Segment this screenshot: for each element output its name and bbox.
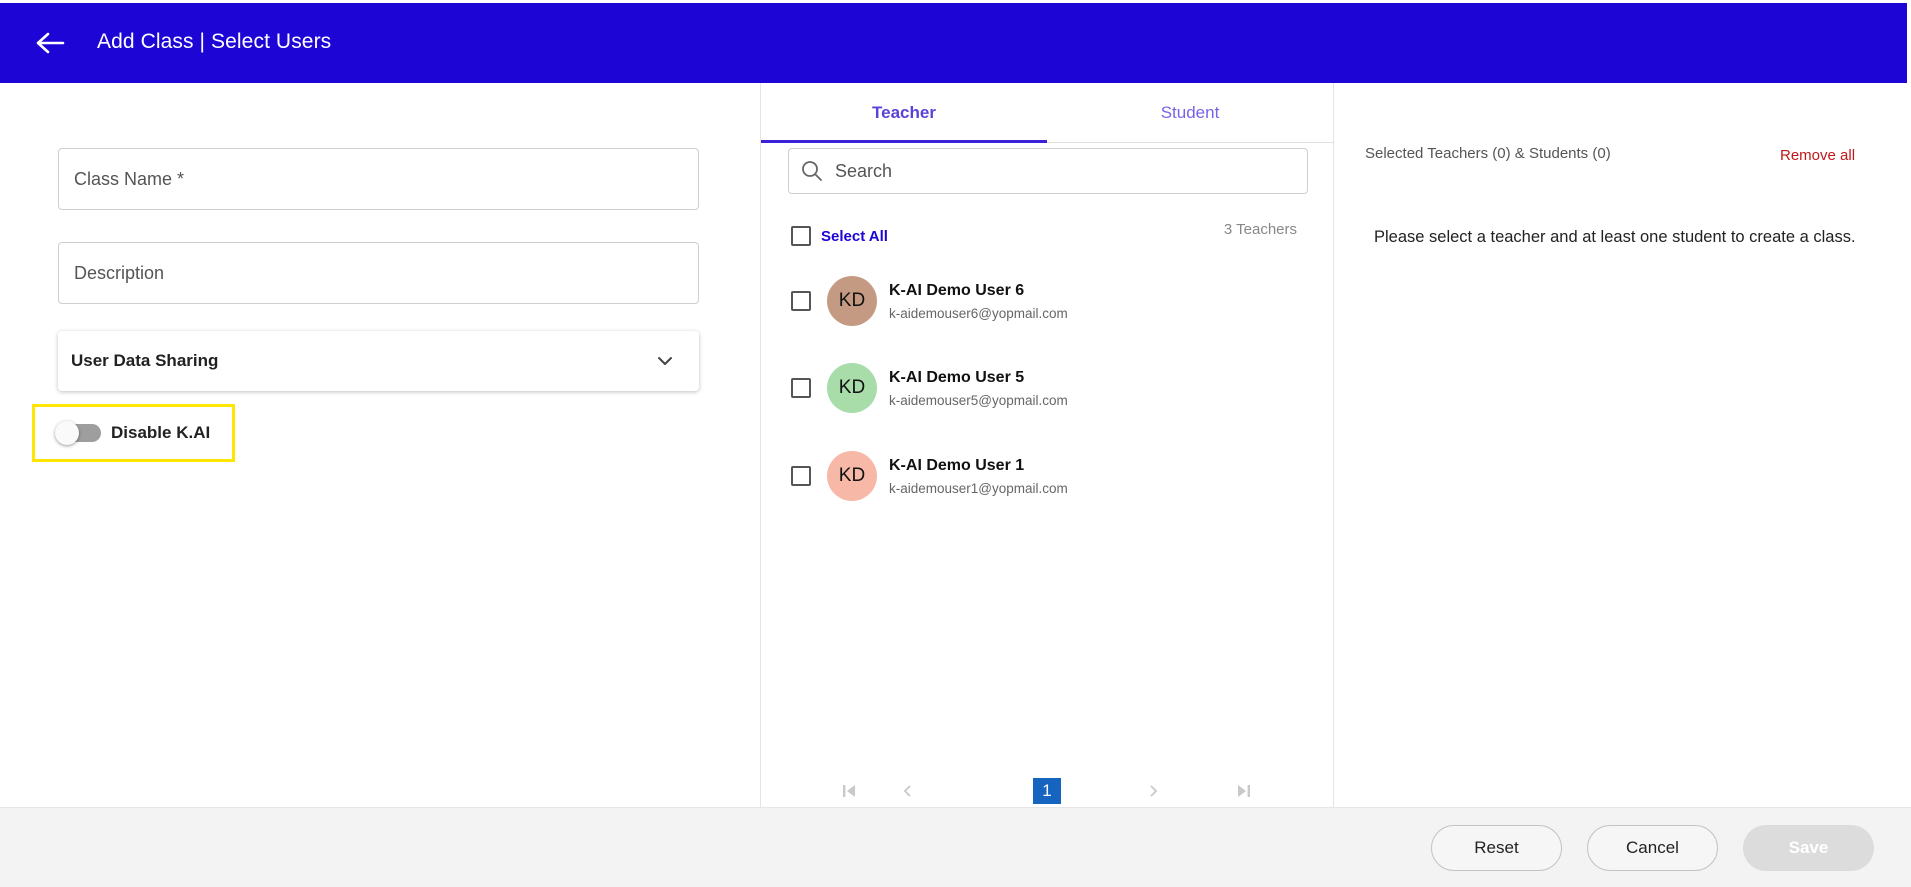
chevron-down-icon [658,357,672,365]
select-all-checkbox[interactable] [791,226,811,246]
first-page-button[interactable] [836,778,862,804]
search-icon [802,161,822,181]
class-name-input[interactable] [72,149,698,209]
pagination: 1 [761,776,1334,806]
toggle-knob [55,421,79,445]
user-info: K-AI Demo User 5 k-aidemouser5@yopmail.c… [889,369,1068,408]
remove-all-button[interactable]: Remove all [1780,147,1855,164]
chevron-left-icon [903,785,911,797]
class-name-field[interactable] [58,148,699,210]
user-info: K-AI Demo User 1 k-aidemouser1@yopmail.c… [889,457,1068,496]
description-field[interactable] [58,242,699,304]
user-type-tabs: Teacher Student [761,83,1334,143]
disable-kai-label: Disable K.AI [111,423,211,442]
user-checkbox[interactable] [791,291,811,311]
selected-users-panel: Selected Teachers (0) & Students (0) Rem… [1334,83,1907,807]
prev-page-button[interactable] [894,778,920,804]
teacher-count: 3 Teachers [1223,221,1297,238]
user-email: k-aidemouser5@yopmail.com [889,392,1068,408]
current-page[interactable]: 1 [1033,778,1061,804]
active-tab-indicator [761,140,1047,143]
search-field[interactable] [788,148,1308,194]
next-page-button[interactable] [1141,778,1167,804]
description-input[interactable] [72,243,698,303]
user-checkbox[interactable] [791,466,811,486]
back-button[interactable] [30,23,70,63]
selection-summary: Selected Teachers (0) & Students (0) [1365,145,1611,162]
user-email: k-aidemouser1@yopmail.com [889,480,1068,496]
search-input[interactable] [833,149,1307,193]
disable-kai-toggle[interactable] [55,421,101,445]
footer-actions: Reset Cancel Save [0,807,1911,887]
class-details-panel: User Data Sharing Disable K.AI [0,83,760,807]
select-all-label[interactable]: Select All [821,228,888,245]
user-name: K-AI Demo User 1 [889,456,1025,474]
arrow-left-icon [36,32,65,54]
tab-teacher[interactable]: Teacher [761,83,1047,143]
avatar: KD [827,363,877,413]
tab-student[interactable]: Student [1047,83,1333,143]
avatar: KD [827,451,877,501]
list-item[interactable]: KD K-AI Demo User 5 k-aidemouser5@yopmai… [791,360,1311,416]
list-item[interactable]: KD K-AI Demo User 6 k-aidemouser6@yopmai… [791,273,1311,329]
select-all-row[interactable]: Select All [791,226,888,246]
page-title: Add Class | Select Users [97,30,332,53]
user-data-sharing-accordion[interactable]: User Data Sharing [58,331,699,391]
user-info: K-AI Demo User 6 k-aidemouser6@yopmail.c… [889,282,1068,321]
user-email: k-aidemouser6@yopmail.com [889,305,1068,321]
empty-selection-message: Please select a teacher and at least one… [1374,228,1856,246]
accordion-title: User Data Sharing [71,351,219,370]
chevron-right-icon [1150,785,1158,797]
first-page-icon [843,785,855,797]
user-name: K-AI Demo User 6 [889,281,1025,299]
reset-button[interactable]: Reset [1431,825,1562,871]
app-header: Add Class | Select Users [0,3,1907,83]
user-name: K-AI Demo User 5 [889,368,1025,386]
last-page-icon [1238,785,1250,797]
last-page-button[interactable] [1231,778,1257,804]
save-button[interactable]: Save [1743,825,1874,871]
user-checkbox[interactable] [791,378,811,398]
cancel-button[interactable]: Cancel [1587,825,1718,871]
list-item[interactable]: KD K-AI Demo User 1 k-aidemouser1@yopmai… [791,448,1311,504]
user-selection-panel: Teacher Student Select All 3 Teachers KD… [760,83,1334,807]
avatar: KD [827,276,877,326]
disable-kai-highlight: Disable K.AI [32,404,235,462]
